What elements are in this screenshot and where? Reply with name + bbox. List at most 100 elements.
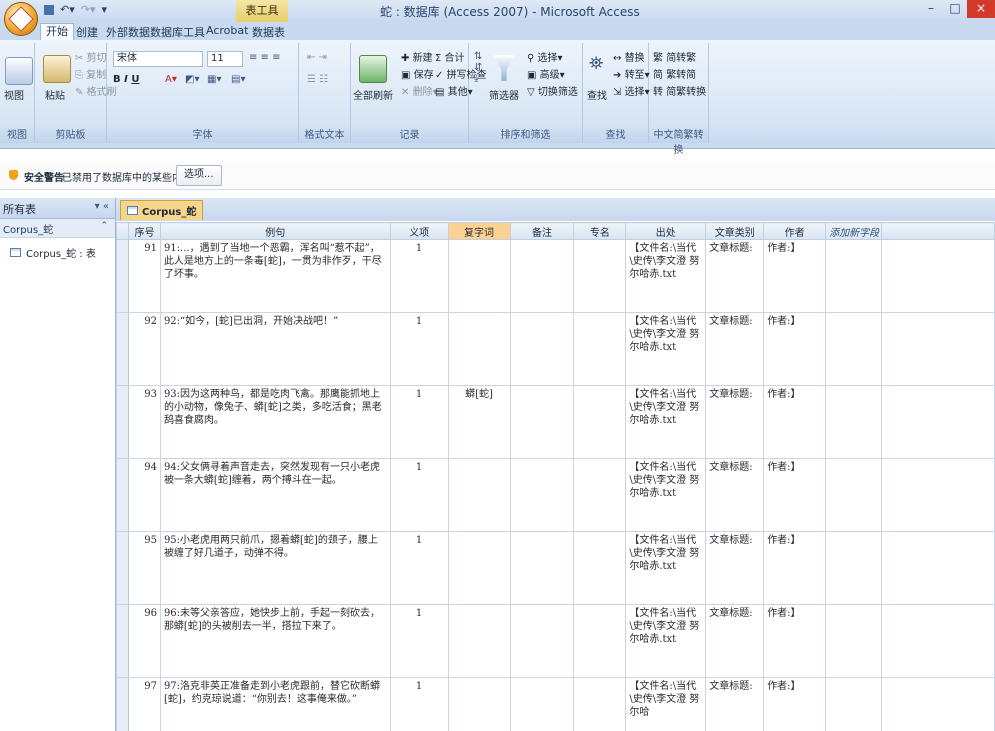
save-record-button[interactable]: ▣ 保存 [401, 66, 434, 81]
cell-note[interactable] [509, 239, 575, 313]
cell-source[interactable]: 【文件名:\当代\史传\李文澄 努尔哈赤.txt [625, 604, 707, 678]
simp-trad-convert-button[interactable]: 转 简繁转换 [653, 83, 706, 98]
cell-sentence[interactable]: 92:“如今，[蛇]已出洞，开始决战吧！” [159, 312, 391, 386]
cell-new-field[interactable] [825, 385, 883, 459]
nav-header[interactable]: 所有表 ▾ « [0, 198, 115, 219]
cell-proper-name[interactable] [573, 385, 627, 459]
cell-sentence[interactable]: 96:未等父亲答应，她快步上前，手起一刻砍去，那蟒[蛇]的头被削去一半，搭拉下来… [159, 604, 391, 678]
cell-proper-name[interactable] [573, 604, 627, 678]
select-all-corner[interactable] [116, 222, 129, 240]
cell-source[interactable]: 【文件名:\当代\史传\李文澄 努尔哈赤.txt [625, 385, 707, 459]
cell-id[interactable]: 93 [127, 385, 161, 459]
row-selector[interactable] [116, 531, 129, 605]
column-header-selected[interactable]: 复字词 [447, 222, 511, 240]
cell-new-field[interactable] [825, 458, 883, 532]
cell-sentence[interactable]: 91:...，遇到了当地一个恶霸，浑名叫“惹不起”，此人是地方上的一条毒[蛇]，… [159, 239, 391, 313]
cell-note[interactable] [509, 531, 575, 605]
cell-proper-name[interactable] [573, 312, 627, 386]
cell-proper-name[interactable] [573, 458, 627, 532]
row-selector[interactable] [116, 677, 129, 731]
tab-datasheet[interactable]: 数据表 [252, 24, 285, 40]
cell-proper-name[interactable] [573, 677, 627, 731]
maximize-button[interactable]: □ [943, 0, 967, 18]
view-icon[interactable] [5, 57, 33, 85]
view-button[interactable]: 视图 [4, 87, 24, 102]
undo-icon[interactable]: ↶▾ [60, 3, 75, 16]
cut-button[interactable]: ✂ 剪切 [75, 49, 107, 64]
cell-category[interactable]: 文章标题: [705, 531, 765, 605]
cell-author[interactable]: 作者:】 [763, 312, 827, 386]
cell-new-field[interactable] [825, 239, 883, 313]
cell-category[interactable]: 文章标题: [705, 385, 765, 459]
delete-record-button[interactable]: ✕ 删除▾ [401, 83, 438, 98]
font-color-icon[interactable]: A▾ [165, 74, 177, 85]
trad-to-simp-button[interactable]: 简 繁转简 [653, 66, 696, 81]
cell-category[interactable]: 文章标题: [705, 312, 765, 386]
cell-category[interactable]: 文章标题: [705, 239, 765, 313]
add-new-field-header[interactable]: 添加新字段 [825, 222, 883, 240]
totals-button[interactable]: Σ 合计 [435, 49, 465, 64]
cell-author[interactable]: 作者:】 [763, 604, 827, 678]
row-selector[interactable] [116, 312, 129, 386]
cell-author[interactable]: 作者:】 [763, 239, 827, 313]
cell-id[interactable]: 95 [127, 531, 161, 605]
cell-sense[interactable]: 1 [389, 385, 449, 459]
list-icons[interactable]: ☰ ☷ [307, 74, 328, 85]
column-header[interactable]: 专名 [573, 222, 627, 240]
column-header[interactable]: 作者 [763, 222, 827, 240]
office-button[interactable] [4, 2, 38, 36]
table-row[interactable]: 97 97:洛克非英正准备走到小老虎跟前，替它砍断蟒[蛇]，约克琼说道：“你别去… [116, 677, 995, 731]
align-icons[interactable]: ≡ ≡ ≡ [249, 52, 281, 63]
cell-author[interactable]: 作者:】 [763, 385, 827, 459]
cell-proper-name[interactable] [573, 239, 627, 313]
cell-source[interactable]: 【文件名:\当代\史传\李文澄 努尔哈赤.txt [625, 531, 707, 605]
tab-home[interactable]: 开始 [40, 23, 74, 41]
table-row[interactable]: 92 92:“如今，[蛇]已出洞，开始决战吧！” 1 【文件名:\当代\史传\李… [116, 312, 995, 386]
fill-color-icon[interactable]: ◩▾ [185, 74, 199, 85]
gridlines-icon[interactable]: ▦▾ [207, 74, 221, 85]
paste-icon[interactable] [43, 55, 71, 83]
cell-sentence[interactable]: 93:因为这两种鸟，都是吃肉飞禽。那鹰能抓地上的小动物，像兔子、蟒[蛇]之类，多… [159, 385, 391, 459]
cell-note[interactable] [509, 677, 575, 731]
nav-collapse-icon[interactable]: ▾ « [95, 201, 109, 212]
cell-sentence[interactable]: 97:洛克非英正准备走到小老虎跟前，替它砍断蟒[蛇]，约克琼说道：“你别去！这事… [159, 677, 391, 731]
cell-compound[interactable] [447, 531, 511, 605]
replace-button[interactable]: ↔ 替换 [613, 49, 645, 64]
cell-new-field[interactable] [825, 312, 883, 386]
cell-category[interactable]: 文章标题: [705, 604, 765, 678]
table-row[interactable]: 91 91:...，遇到了当地一个恶霸，浑名叫“惹不起”，此人是地方上的一条毒[… [116, 239, 995, 313]
chevron-up-icon[interactable]: ⌃ [100, 221, 108, 231]
tab-external-data[interactable]: 外部数据 [106, 24, 150, 40]
cell-id[interactable]: 96 [127, 604, 161, 678]
find-button[interactable]: 查找 [587, 87, 607, 102]
row-selector[interactable] [116, 385, 129, 459]
cell-proper-name[interactable] [573, 531, 627, 605]
redo-icon[interactable]: ↷▾ [81, 3, 96, 16]
row-selector[interactable] [116, 604, 129, 678]
cell-new-field[interactable] [825, 604, 883, 678]
simp-to-trad-button[interactable]: 繁 简转繁 [653, 49, 696, 64]
tab-database-tools[interactable]: 数据库工具 [150, 24, 205, 40]
column-header[interactable]: 序号 [127, 222, 161, 240]
table-row[interactable]: 96 96:未等父亲答应，她快步上前，手起一刻砍去，那蟒[蛇]的头被削去一半，搭… [116, 604, 995, 678]
binoculars-icon[interactable]: ⛯ [589, 53, 603, 74]
cell-new-field[interactable] [825, 531, 883, 605]
cell-note[interactable] [509, 604, 575, 678]
copy-button[interactable]: ⎘ 复制 [75, 66, 106, 81]
toggle-filter-button[interactable]: ▽ 切换筛选 [527, 83, 578, 98]
paste-button[interactable]: 粘贴 [45, 87, 65, 102]
cell-compound[interactable] [447, 677, 511, 731]
cell-compound[interactable] [447, 312, 511, 386]
cell-category[interactable]: 文章标题: [705, 458, 765, 532]
sort-icons[interactable]: ⇅ ⇵ ⤓ [474, 51, 482, 84]
cell-sense[interactable]: 1 [389, 677, 449, 731]
save-icon[interactable] [44, 5, 54, 15]
cell-sentence[interactable]: 94:父女俩寻着声音走去，突然发现有一只小老虎被一条大蟒[蛇]缠着，两个搏斗在一… [159, 458, 391, 532]
minimize-button[interactable]: – [919, 0, 943, 18]
refresh-all-icon[interactable] [359, 55, 387, 83]
cell-author[interactable]: 作者:】 [763, 677, 827, 731]
bold-italic-underline-icons[interactable]: B I U [113, 74, 139, 85]
cell-id[interactable]: 92 [127, 312, 161, 386]
column-header[interactable]: 义项 [389, 222, 449, 240]
cell-author[interactable]: 作者:】 [763, 531, 827, 605]
